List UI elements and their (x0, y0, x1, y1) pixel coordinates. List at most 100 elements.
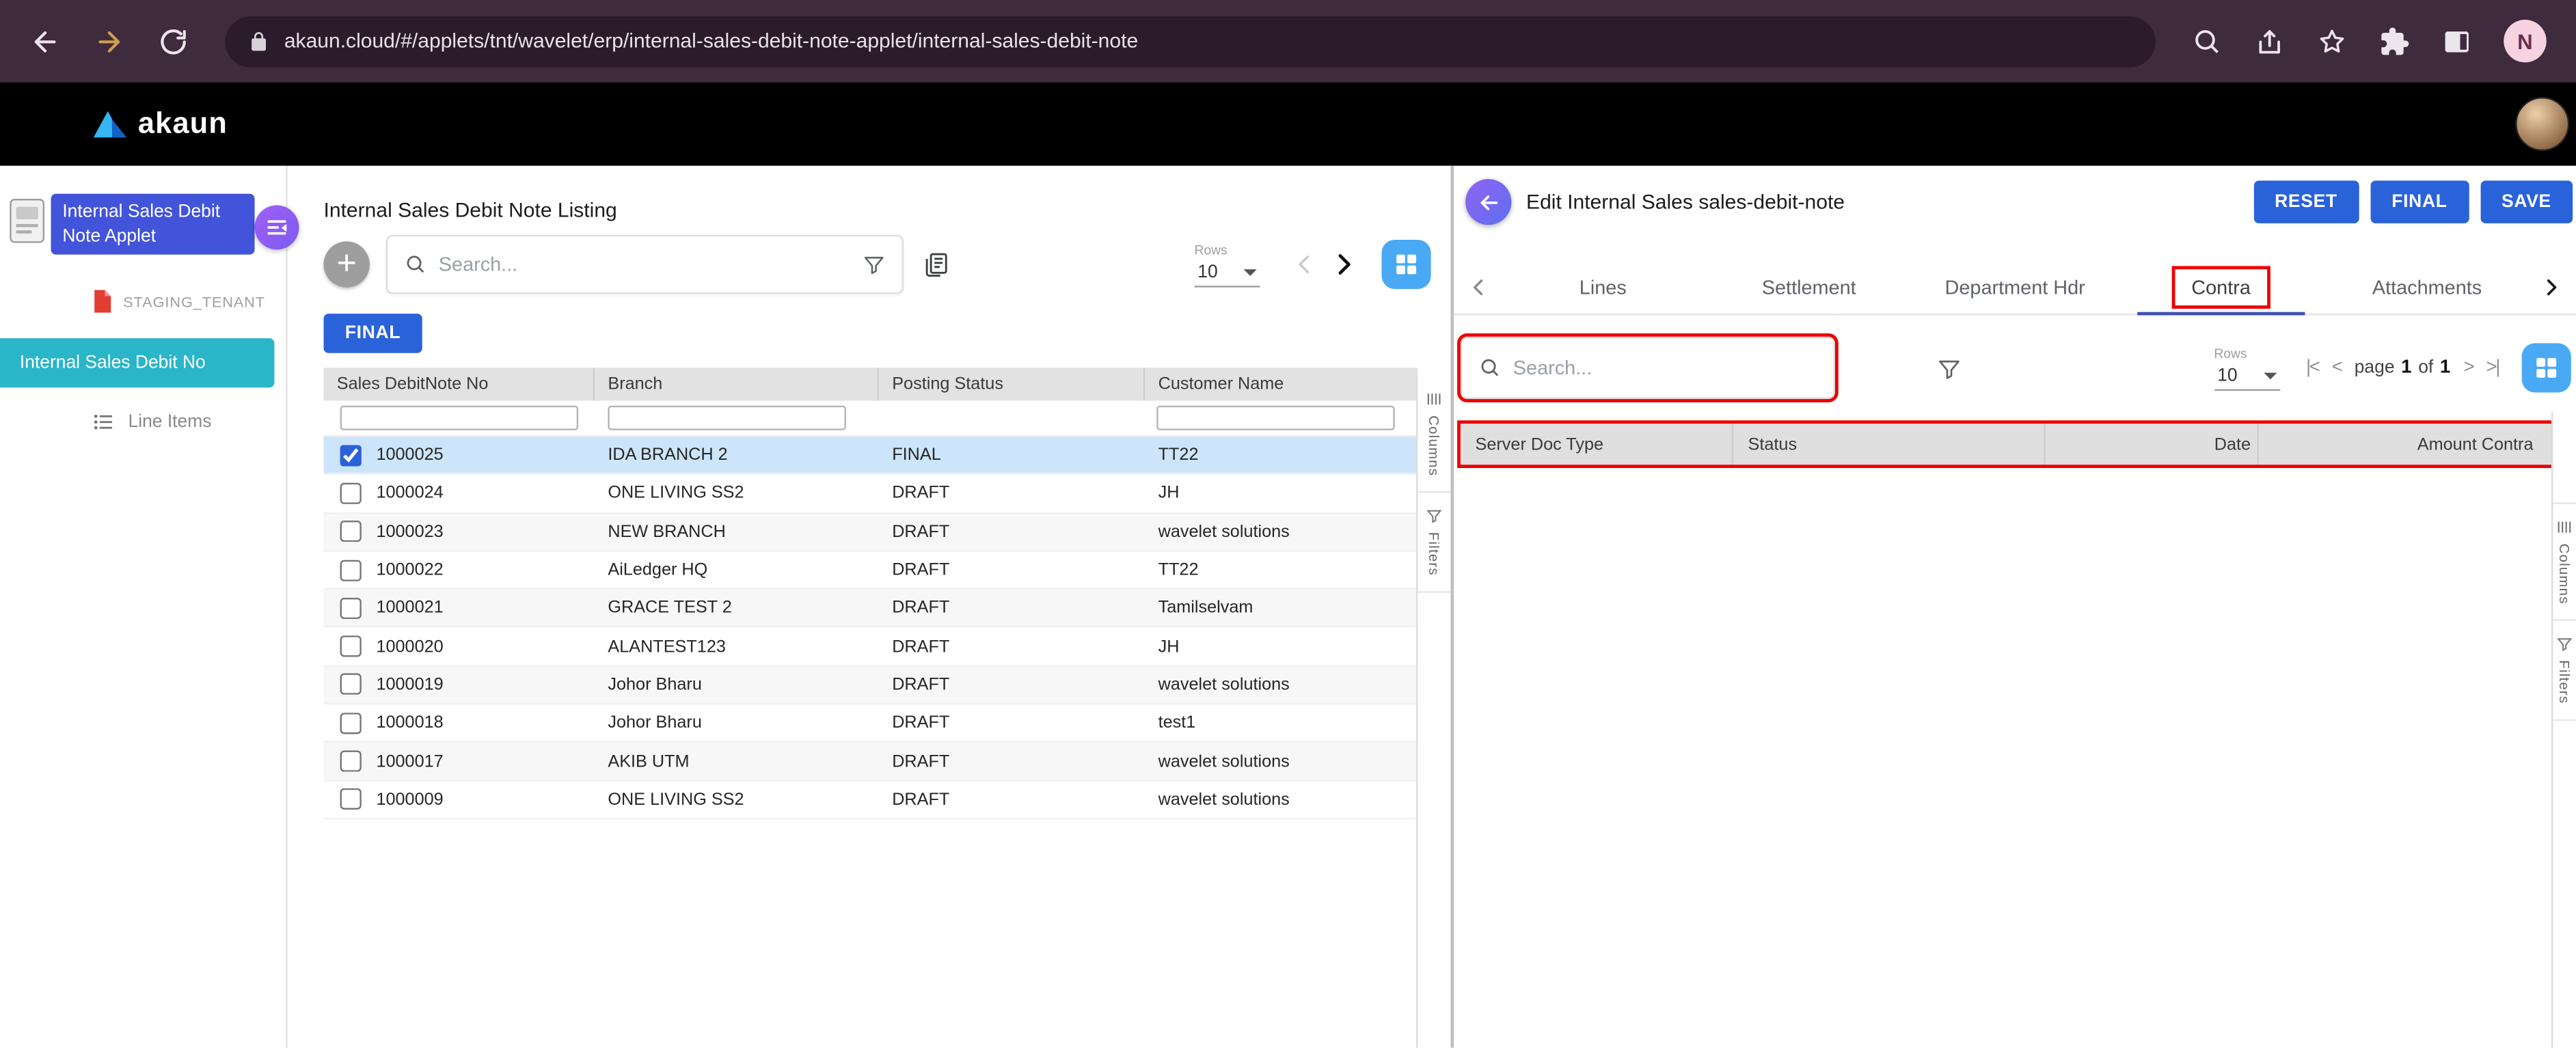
tab-label: Settlement (1762, 275, 1856, 299)
listing-filter-row (324, 401, 1418, 437)
url-bar[interactable]: akaun.cloud/#/applets/tnt/wavelet/erp/in… (225, 16, 2155, 67)
browser-profile-avatar[interactable]: N (2504, 20, 2546, 62)
sidebar-item-line-items[interactable]: Line Items (0, 411, 286, 434)
cell-customer: JH (1145, 484, 1418, 504)
browser-reload-icon[interactable] (158, 25, 189, 57)
share-icon[interactable] (2254, 25, 2286, 57)
row-checkbox[interactable] (340, 483, 362, 504)
final-filter-button[interactable]: FINAL (324, 314, 422, 353)
columns-icon (2556, 519, 2573, 536)
side-panel-icon[interactable] (2441, 25, 2473, 57)
rows-select[interactable]: 10 (1194, 259, 1260, 287)
row-checkbox[interactable] (340, 789, 362, 810)
table-row[interactable]: 1000024 ONE LIVING SS2 DRAFT JH (324, 475, 1418, 513)
cell-doc-no: 1000025 (376, 445, 443, 465)
first-page-icon[interactable]: |< (2306, 358, 2319, 378)
cell-doc-no: 1000017 (376, 751, 443, 771)
final-button[interactable]: FINAL (2370, 180, 2469, 223)
filter-input-doc-no[interactable] (340, 406, 579, 430)
row-checkbox[interactable] (340, 636, 362, 657)
last-page-icon[interactable]: >| (2486, 358, 2499, 378)
editor-search-box (1461, 337, 1835, 399)
editor-filters-side-tab[interactable]: Filters (2553, 621, 2576, 721)
tab-contra[interactable]: Contra (2118, 260, 2324, 314)
editor-rows-value: 10 (2217, 366, 2237, 385)
next-page-icon[interactable] (1329, 249, 1359, 279)
cell-customer: wavelet solutions (1145, 675, 1418, 695)
table-row[interactable]: 1000023 NEW BRANCH DRAFT wavelet solutio… (324, 513, 1418, 551)
grid-view-button[interactable] (1382, 240, 1431, 289)
editor-tab-list: Lines Settlement Department HdrContraAttac… (1500, 260, 2530, 314)
listing-search-input[interactable] (439, 253, 851, 276)
rows-value: 10 (1197, 262, 1217, 281)
header-server-doc-type: Server Doc Type (1461, 424, 1732, 465)
row-checkbox[interactable] (340, 751, 362, 772)
row-checkbox[interactable] (340, 713, 362, 734)
back-button[interactable] (1465, 179, 1511, 225)
table-row[interactable]: 1000018 Johor Bharu DRAFT test1 (324, 704, 1418, 743)
browser-actions: N (2178, 20, 2560, 62)
applet-name-chip[interactable]: Internal Sales Debit Note Applet (51, 194, 255, 255)
extensions-icon[interactable] (2379, 25, 2411, 57)
next-page-icon[interactable]: > (2464, 358, 2473, 378)
user-avatar[interactable] (2515, 97, 2569, 151)
listing-rows: 1000025 IDA BRANCH 2 FINAL TT22 1000024 … (324, 437, 1418, 819)
cell-branch: Johor Bharu (595, 675, 879, 695)
editor-filter-funnel-icon[interactable] (1937, 355, 1962, 380)
applet-icon (8, 197, 46, 245)
edit-header: Edit Internal Sales sales-debit-note RES… (1454, 178, 2576, 227)
browser-back-icon[interactable] (29, 25, 61, 57)
reset-button[interactable]: RESET (2253, 180, 2359, 223)
sidebar-collapse-button[interactable] (255, 205, 299, 249)
tabs-scroll-left-icon[interactable] (1457, 260, 1500, 314)
row-checkbox[interactable] (340, 521, 362, 542)
row-checkbox[interactable] (340, 598, 362, 619)
table-row[interactable]: 1000009 ONE LIVING SS2 DRAFT wavelet sol… (324, 781, 1418, 819)
caret-down-icon (2263, 372, 2276, 378)
filters-side-tab[interactable]: Filters (1418, 493, 1450, 592)
cell-doc-no: 1000009 (376, 790, 443, 810)
sidebar-item-tenant[interactable]: STAGING_TENANT (0, 289, 286, 314)
zoom-icon[interactable] (2192, 25, 2223, 57)
header-branch: Branch (595, 368, 879, 400)
editor-search-input[interactable] (1513, 357, 1817, 380)
copy-list-icon[interactable] (921, 251, 949, 279)
page-indicator: page 1 of 1 (2355, 358, 2451, 378)
table-row[interactable]: 1000019 Johor Bharu DRAFT wavelet soluti… (324, 666, 1418, 704)
save-button[interactable]: SAVE (2480, 180, 2573, 223)
tab-label: Lines (1580, 275, 1627, 299)
columns-side-tab[interactable]: Columns (1418, 376, 1450, 493)
filter-input-customer[interactable] (1156, 406, 1395, 430)
table-row[interactable]: 1000017 AKIB UTM DRAFT wavelet solutions (324, 743, 1418, 781)
editor-columns-side-tab[interactable]: Columns (2553, 503, 2576, 621)
header-status: Status (1731, 424, 2044, 465)
tabs-scroll-right-icon[interactable] (2530, 260, 2573, 314)
bookmark-star-icon[interactable] (2316, 25, 2348, 57)
editor-grid-view-button[interactable] (2522, 343, 2571, 392)
prev-page-icon[interactable]: < (2332, 358, 2342, 378)
table-row[interactable]: 1000020 ALANTEST123 DRAFT JH (324, 628, 1418, 666)
editor-rows-select[interactable]: 10 (2214, 362, 2279, 390)
cell-branch: IDA BRANCH 2 (595, 445, 879, 465)
tab-attachments[interactable]: Attachments (2324, 260, 2530, 314)
table-row[interactable]: 1000021 GRACE TEST 2 DRAFT Tamilselvam (324, 590, 1418, 628)
row-checkbox[interactable] (340, 674, 362, 695)
row-checkbox[interactable] (340, 445, 362, 466)
filter-funnel-icon[interactable] (863, 253, 886, 276)
listing-table-header: Sales DebitNote No Branch Posting Status… (324, 368, 1418, 400)
sidebar-item-applet[interactable]: Internal Sales Debit Note Applet (0, 194, 286, 255)
filter-input-branch[interactable] (608, 406, 846, 430)
browser-forward-icon[interactable] (94, 25, 125, 57)
header-sales-debitnote-no: Sales DebitNote No (324, 368, 595, 400)
cell-doc-no: 1000021 (376, 598, 443, 618)
listing-search-box (386, 235, 904, 294)
table-row[interactable]: 1000025 IDA BRANCH 2 FINAL TT22 (324, 437, 1418, 475)
tab-settlement[interactable]: Settlement (1706, 260, 1912, 314)
row-checkbox[interactable] (340, 560, 362, 581)
table-row[interactable]: 1000022 AiLedger HQ DRAFT TT22 (324, 551, 1418, 590)
sidebar-item-module[interactable]: Internal Sales Debit No (0, 338, 274, 387)
prev-page-icon[interactable] (1291, 251, 1317, 277)
add-button[interactable]: + (324, 241, 370, 287)
tab-department-hdr[interactable]: Department Hdr (1912, 260, 2117, 314)
tab-lines[interactable]: Lines (1500, 260, 1706, 314)
